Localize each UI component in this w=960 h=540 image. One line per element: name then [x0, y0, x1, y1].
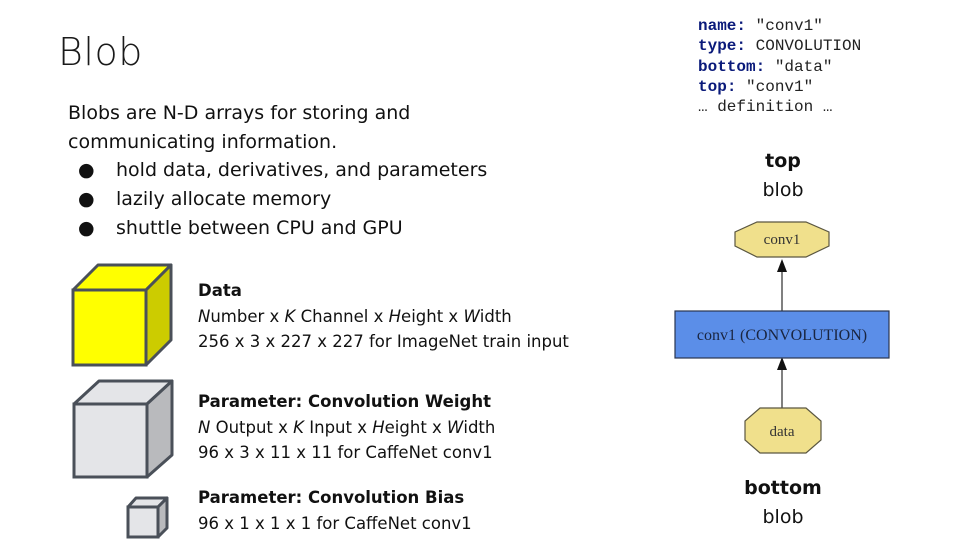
bottom-blob-node: data	[744, 407, 822, 454]
edge-layer-to-top	[777, 259, 787, 311]
layer-text: conv1 (CONVOLUTION)	[697, 327, 867, 344]
net-graph: conv1 conv1 (CONVOLUTION) data	[674, 221, 890, 454]
top-blob-text: conv1	[764, 232, 801, 248]
edge-bottom-to-layer	[777, 357, 787, 408]
layer-node: conv1 (CONVOLUTION)	[674, 310, 890, 359]
top-blob-node: conv1	[734, 221, 830, 258]
bottom-blob-text: data	[770, 424, 795, 440]
